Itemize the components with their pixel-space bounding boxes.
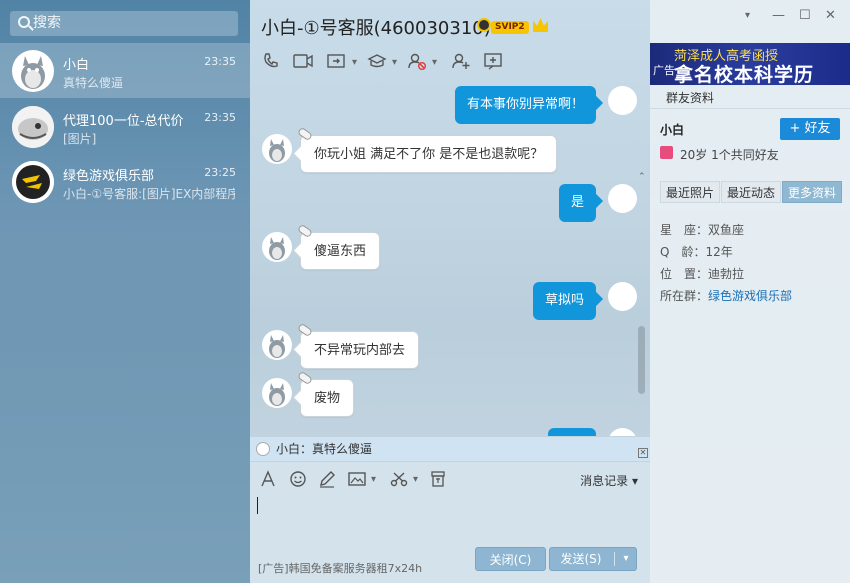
clip-icon	[296, 370, 314, 386]
tab-recent-activity[interactable]: 最近动态	[721, 181, 781, 203]
message-list[interactable]: ⌃ 有本事你别异常啊！ 你玩小姐 满足不了你 是不是也退款呢？ 是 傻逼东西 草…	[250, 86, 650, 436]
window-controls: ▾ — ☐ ✕	[650, 0, 850, 34]
conversation-time: 23:35	[204, 55, 236, 68]
chat-panel: 小白-①号客服(460030310) SVIP2 ⌃ 有本事你别异常啊！	[250, 0, 650, 583]
search-input[interactable]: 搜索	[10, 11, 238, 36]
female-icon	[660, 146, 673, 159]
profile-panel: ▾ — ☐ ✕ 菏泽成人高考函授 广告 拿名校本科学历 群友资料 小白 + 好友…	[650, 0, 850, 583]
font-icon[interactable]	[258, 470, 278, 490]
group-link[interactable]: 绿色游戏俱乐部	[708, 289, 792, 303]
tab-group-member-info[interactable]: 群友资料	[666, 89, 714, 106]
message-bubble: 有本事你别异常啊！	[454, 86, 596, 124]
conversation-item[interactable]: 绿色游戏俱乐部 小白-①号客服:[图片]EX内部程序 23:25	[0, 154, 250, 209]
avatar	[12, 161, 54, 203]
clip-icon	[296, 223, 314, 239]
pen-icon[interactable]	[317, 470, 337, 490]
field-group: 所在群：绿色游戏俱乐部	[660, 289, 793, 303]
avatar	[12, 106, 54, 148]
message-bubble: 是	[558, 184, 596, 222]
avatar	[256, 442, 270, 456]
text-input-cursor[interactable]	[257, 497, 258, 514]
avatar	[262, 330, 292, 360]
avatar	[608, 282, 637, 311]
ad-tag: 广告	[653, 64, 675, 77]
conversation-time: 23:35	[204, 111, 236, 124]
close-button[interactable]: 关闭(C)	[475, 547, 546, 571]
video-icon[interactable]	[292, 52, 314, 74]
message-bubble	[548, 428, 596, 436]
message-history-button[interactable]: 消息记录 ▾	[580, 472, 638, 489]
send-options-icon[interactable]: ▾	[616, 548, 636, 570]
scrollbar[interactable]	[638, 326, 645, 394]
conversation-list: 搜索 小白 真特么傻逼 23:35 代理100一位-总代价 [图片] 23:35…	[0, 0, 250, 583]
archive-icon[interactable]	[428, 470, 448, 490]
profile-tabs: 最近照片 最近动态 更多资料	[660, 181, 842, 203]
block-user-icon[interactable]	[406, 52, 437, 74]
conversation-preview: [图片]	[63, 132, 97, 146]
avatar	[608, 184, 637, 213]
message-bubble: 不异常玩内部去	[296, 322, 420, 369]
close-icon[interactable]: ✕	[825, 8, 836, 23]
image-icon[interactable]	[347, 470, 376, 490]
emoji-icon[interactable]	[288, 470, 308, 490]
scroll-up-icon[interactable]: ⌃	[638, 172, 646, 182]
clip-icon	[296, 322, 314, 338]
edit-icon[interactable]	[482, 52, 504, 74]
profile-name: 小白	[660, 123, 685, 137]
conversation-time: 23:25	[204, 166, 236, 179]
input-area: 消息记录 ▾ [广告]韩国免备案服务器租7x24h 关闭(C) 发送(S) ▾	[250, 462, 650, 583]
profile-info: 20岁 1个共同好友	[680, 148, 779, 162]
tab-more-info[interactable]: 更多资料	[782, 181, 842, 203]
add-user-icon[interactable]	[450, 52, 472, 74]
ad-banner[interactable]: 菏泽成人高考函授 广告 拿名校本科学历	[650, 43, 850, 85]
avatar	[262, 134, 292, 164]
message-bubble: 废物	[296, 370, 355, 417]
apps-icon[interactable]	[366, 52, 397, 74]
add-friend-button[interactable]: + 好友	[780, 118, 840, 140]
conversation-preview: 小白-①号客服:[图片]EX内部程序	[63, 187, 235, 201]
field-location: 位 置：迪勃拉	[660, 267, 745, 281]
field-qq-age: Q 龄：12年	[660, 245, 733, 259]
tab-recent-photos[interactable]: 最近照片	[660, 181, 720, 203]
clip-icon	[296, 126, 314, 142]
svip-badge: SVIP2	[491, 21, 529, 34]
field-constellation: 星 座：双鱼座	[660, 223, 745, 237]
share-screen-icon[interactable]	[326, 52, 357, 74]
avatar	[608, 86, 637, 115]
new-message-notice[interactable]: 小白：真特么傻逼 ✕	[250, 437, 650, 461]
search-icon	[18, 16, 30, 28]
crown-icon	[533, 18, 548, 32]
conversation-preview: 真特么傻逼	[63, 76, 124, 90]
ad-link[interactable]: [广告]韩国免备案服务器租7x24h	[258, 560, 422, 576]
conversation-name: 代理100一位-总代价	[63, 114, 184, 129]
avatar	[608, 428, 637, 436]
conversation-item[interactable]: 代理100一位-总代价 [图片] 23:35	[0, 99, 250, 154]
chat-title: 小白-①号客服(460030310)	[261, 18, 491, 39]
minimize-icon[interactable]: —	[772, 8, 785, 23]
avatar	[12, 50, 54, 92]
conversation-name: 小白	[63, 58, 90, 73]
qq-penguin-icon	[477, 18, 491, 32]
phone-icon[interactable]	[260, 52, 282, 74]
avatar	[262, 378, 292, 408]
conversation-item[interactable]: 小白 真特么傻逼 23:35	[0, 43, 250, 98]
close-icon[interactable]: ✕	[638, 448, 648, 458]
conversation-name: 绿色游戏俱乐部	[63, 169, 155, 184]
avatar	[262, 232, 292, 262]
maximize-icon[interactable]: ☐	[799, 8, 811, 23]
message-bubble: 草拟吗	[532, 282, 596, 320]
send-button-label: 发送(S)	[560, 552, 602, 566]
banner-line2: 拿名校本科学历	[674, 64, 815, 85]
chevron-down-icon[interactable]: ▾	[745, 10, 750, 21]
message-bubble: 傻逼东西	[296, 223, 381, 270]
scissors-icon[interactable]	[389, 470, 418, 490]
message-bubble: 你玩小姐 满足不了你 是不是也退款呢？	[296, 126, 558, 173]
send-button[interactable]: 发送(S) ▾	[549, 547, 637, 571]
